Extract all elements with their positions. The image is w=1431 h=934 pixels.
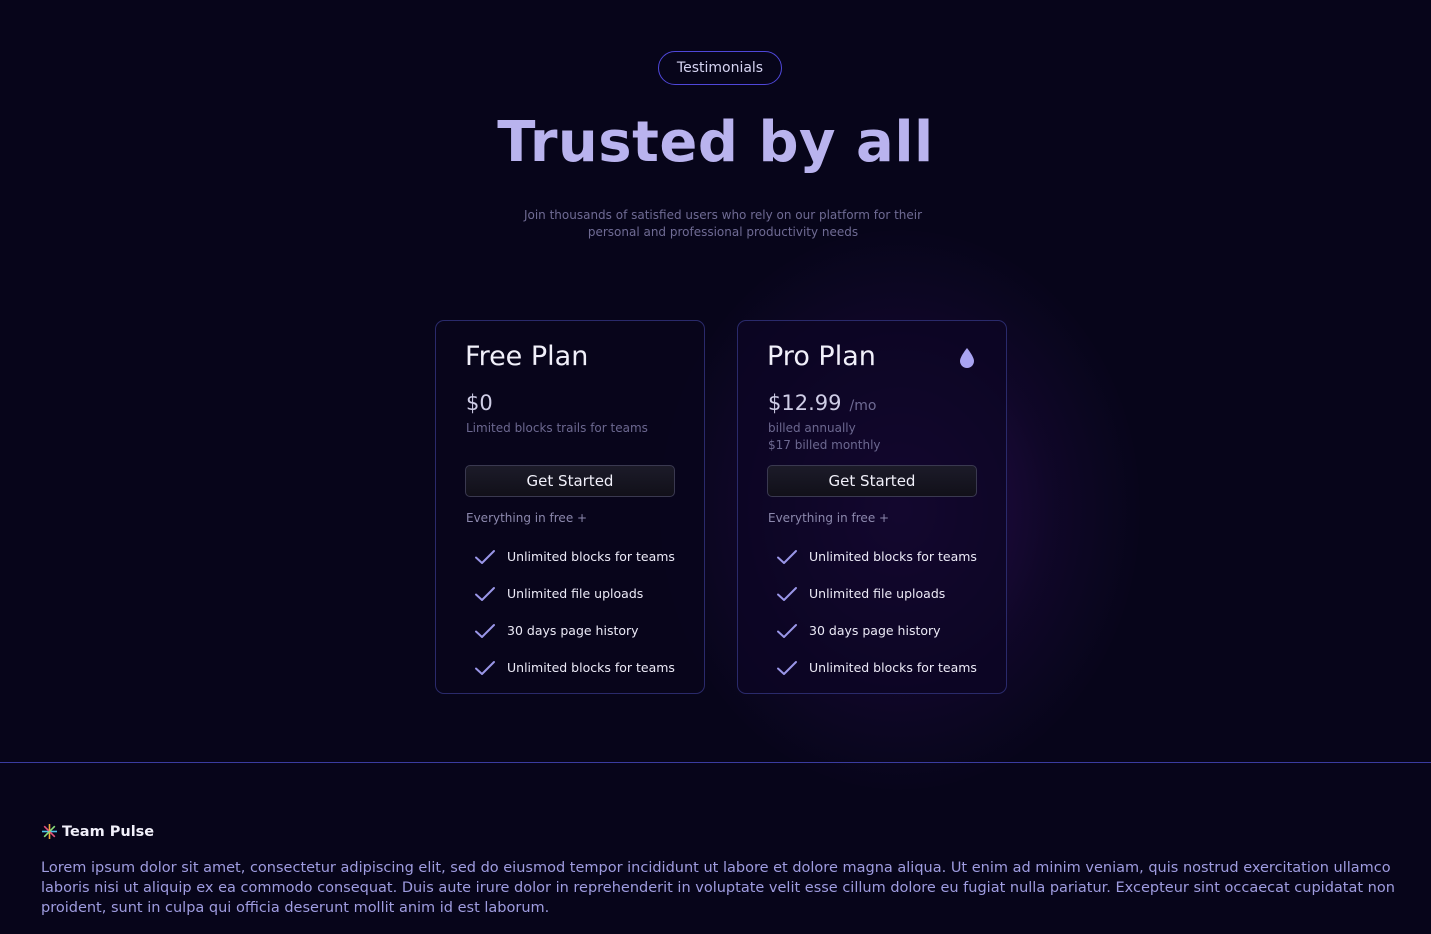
feature-list: Unlimited blocks for teams Unlimited fil… [776,538,977,686]
feature-item: Unlimited blocks for teams [474,649,675,686]
feature-item: Unlimited file uploads [776,575,977,612]
check-icon [777,660,797,675]
get-started-button[interactable]: Get Started [767,465,977,497]
feature-text: Unlimited blocks for teams [507,660,675,675]
plan-name: Free Plan [465,341,589,372]
brand-name: Team Pulse [62,823,155,840]
check-icon [475,623,495,638]
page-title: Trusted by all [497,110,934,175]
feature-text: Unlimited blocks for teams [507,549,675,564]
footer-brand[interactable]: Team Pulse [41,823,154,840]
feature-item: Unlimited blocks for teams [776,538,977,575]
plan-note-line: billed annually [768,421,856,435]
drop-icon [960,348,974,368]
check-icon [475,549,495,564]
price-row: $0 [466,391,493,415]
plan-note: Limited blocks trails for teams [466,420,648,437]
check-icon [777,549,797,564]
feature-item: Unlimited blocks for teams [776,649,977,686]
sparkle-icon [42,824,57,839]
check-icon [475,586,495,601]
feature-item: Unlimited file uploads [474,575,675,612]
free-plan-card: Free Plan $0 Limited blocks trails for t… [435,320,705,694]
plan-price: $0 [466,391,493,415]
feature-list: Unlimited blocks for teams Unlimited fil… [474,538,675,686]
plan-note-line: $17 billed monthly [768,438,881,452]
plan-period: /mo [849,398,877,414]
feature-item: 30 days page history [776,612,977,649]
plan-price: $12.99 [768,391,842,415]
feature-item: 30 days page history [474,612,675,649]
page-subtitle: Join thousands of satisfied users who re… [523,208,923,239]
check-icon [777,623,797,638]
includes-label: Everything in free + [466,511,588,525]
feature-text: 30 days page history [507,623,639,638]
feature-text: Unlimited file uploads [809,586,946,601]
plan-note-line: Limited blocks trails for teams [466,421,648,435]
testimonials-badge[interactable]: Testimonials [658,51,782,85]
feature-text: Unlimited blocks for teams [809,660,977,675]
get-started-button[interactable]: Get Started [465,465,675,497]
plan-name: Pro Plan [767,341,876,372]
footer-description: Lorem ipsum dolor sit amet, consectetur … [41,860,1395,916]
check-icon [475,660,495,675]
check-icon [777,586,797,601]
pro-plan-card: Pro Plan $12.99 /mo billed annually $17 … [737,320,1007,694]
feature-text: Unlimited file uploads [507,586,644,601]
includes-label: Everything in free + [768,511,890,525]
feature-item: Unlimited blocks for teams [474,538,675,575]
section-divider [0,762,1431,763]
pricing-page: Testimonials Trusted by all Join thousan… [0,0,1431,934]
feature-text: Unlimited blocks for teams [809,549,977,564]
price-row: $12.99 /mo [768,391,876,415]
plan-note: billed annually $17 billed monthly [768,420,881,454]
feature-text: 30 days page history [809,623,941,638]
